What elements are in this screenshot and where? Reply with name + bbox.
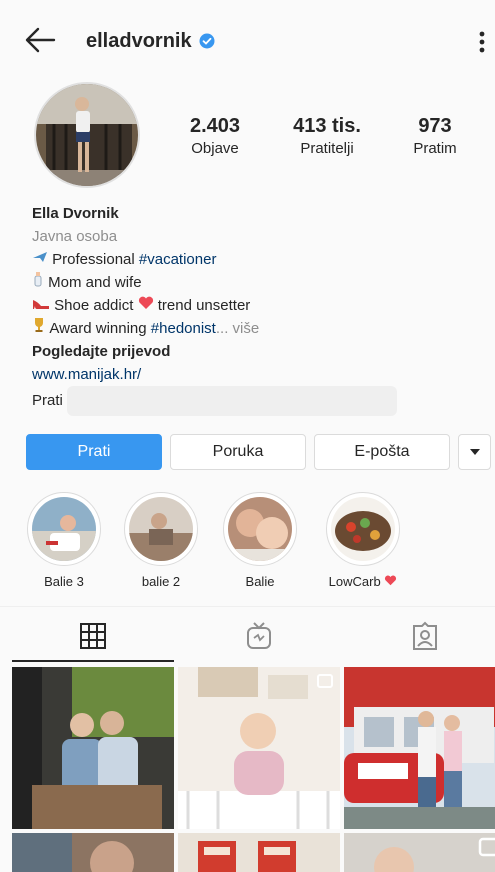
username-title: elladvornik [86, 30, 192, 52]
post-thumbnail[interactable] [178, 667, 340, 829]
post-thumbnail[interactable] [344, 667, 495, 829]
chevron-down-icon [469, 449, 480, 455]
follow-button[interactable]: Prati [26, 434, 162, 470]
stat-following[interactable]: 973 Pratim [400, 114, 470, 160]
highlight-balie-2[interactable]: balie 2 [121, 492, 201, 589]
bio-line-4: Award winning #hedonist... više [32, 317, 472, 340]
highlight-cover [32, 497, 96, 561]
high-heel-icon [32, 297, 50, 314]
bio-line-3: Shoe addict trend unsetter [32, 294, 472, 317]
tagged-tab-icon[interactable] [410, 621, 440, 651]
post-thumbnail[interactable] [178, 833, 340, 872]
highlight-cover [228, 497, 292, 561]
back-arrow-icon[interactable] [24, 26, 56, 54]
category-label: Javna osoba [32, 228, 118, 245]
verified-badge-icon [199, 33, 215, 49]
more-link[interactable]: ... više [216, 320, 259, 337]
posts-grid [12, 667, 495, 872]
email-button[interactable]: E-pošta [314, 434, 450, 470]
suggested-dropdown-button[interactable] [458, 434, 491, 470]
following-count: 973 [418, 115, 452, 137]
trophy-icon [32, 318, 46, 337]
more-options-icon[interactable] [478, 30, 486, 54]
website-link[interactable]: www.manijak.hr/ [32, 363, 472, 386]
followed-by-label: Prati [32, 391, 63, 409]
followed-by-redacted [66, 386, 397, 416]
post-thumbnail[interactable] [12, 667, 174, 829]
bio-line-2: Mom and wife [32, 271, 472, 294]
grid-tab-icon[interactable] [78, 621, 108, 651]
profile-avatar[interactable] [34, 82, 140, 188]
stat-followers[interactable]: 413 tis. Pratitelji [282, 114, 372, 160]
stat-posts[interactable]: 2.403 Objave [180, 114, 250, 160]
full-name: Ella Dvornik [32, 205, 119, 222]
post-thumbnail[interactable] [344, 833, 495, 872]
post-thumbnail[interactable] [12, 833, 174, 872]
highlight-cover [331, 497, 395, 561]
active-tab-indicator [12, 660, 174, 662]
following-label: Pratim [413, 140, 457, 157]
highlight-balie-3[interactable]: Balie 3 [24, 492, 104, 589]
highlight-lowcarb[interactable]: LowCarb [318, 492, 408, 589]
bio: Ella Dvornik Javna osoba Professional #v… [32, 202, 472, 416]
heart-icon [138, 296, 154, 314]
hashtag-hedonist[interactable]: #hedonist [151, 320, 216, 337]
followers-count: 413 tis. [293, 115, 361, 137]
followed-by-row[interactable]: Prati [32, 386, 472, 416]
highlight-cover [129, 497, 193, 561]
airplane-icon [32, 251, 48, 268]
message-button[interactable]: Poruka [170, 434, 306, 470]
posts-label: Objave [191, 140, 239, 157]
hashtag-vacationer[interactable]: #vacationer [139, 251, 217, 268]
followers-label: Pratitelji [300, 140, 354, 157]
see-translation-link[interactable]: Pogledajte prijevod [32, 340, 472, 363]
igtv-tab-icon[interactable] [244, 621, 274, 651]
posts-count: 2.403 [189, 115, 241, 137]
baby-bottle-icon [32, 272, 44, 291]
bio-line-1: Professional #vacationer [32, 248, 472, 271]
heart-icon [384, 574, 397, 589]
top-bar: elladvornik [0, 0, 495, 84]
highlight-balie[interactable]: Balie [220, 492, 300, 589]
profile-tabs [0, 606, 495, 663]
